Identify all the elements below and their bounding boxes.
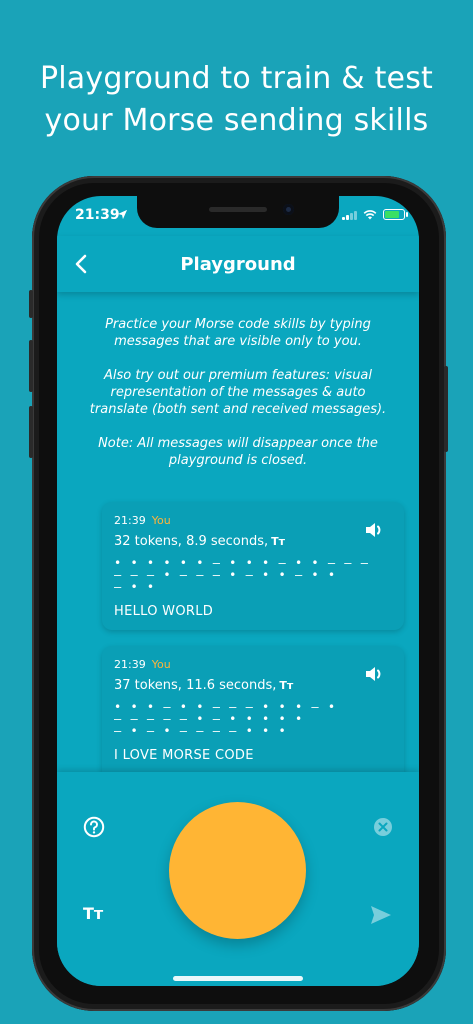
message-sender: You <box>151 514 171 527</box>
font-size-icon[interactable]: Tт <box>279 679 293 692</box>
phone-side-button <box>29 340 33 392</box>
phone-side-button <box>29 290 33 318</box>
morse-visual: • • • • • • — • • • — • • — — — — — — • … <box>114 556 384 594</box>
clear-icon[interactable] <box>373 817 393 837</box>
send-icon[interactable] <box>369 904 393 926</box>
speaker-icon[interactable] <box>364 520 386 540</box>
help-icon[interactable] <box>83 816 105 838</box>
message-text: HELLO WORLD <box>114 604 214 619</box>
speaker-icon[interactable] <box>364 664 386 684</box>
message-list[interactable]: Practice your Morse code skills by typin… <box>57 292 419 772</box>
morse-line: — — — — — • — • • • • • <box>114 712 304 726</box>
intro-text: Practice your Morse code skills by typin… <box>57 292 419 469</box>
message-meta: 21:39 You <box>114 514 171 527</box>
chevron-left-icon[interactable] <box>71 253 93 275</box>
navigation-bar: Playground <box>57 236 419 292</box>
home-indicator[interactable] <box>173 976 303 981</box>
morse-line: — — — • — — — • — • • — • • <box>114 568 337 582</box>
font-size-icon[interactable]: Tт <box>271 535 285 548</box>
message-card[interactable]: 21:39 You 32 tokens, 8.9 seconds, Tт • • •… <box>102 502 404 630</box>
intro-paragraph: Practice your Morse code skills by typin… <box>105 317 371 349</box>
front-camera <box>283 204 294 215</box>
headline-line-1: Playground to train & test <box>39 61 433 96</box>
message-meta: 21:39 You <box>114 658 171 671</box>
page-title: Playground <box>180 253 296 275</box>
message-time: 21:39 <box>114 514 146 527</box>
status-time: 21:39 <box>75 207 120 223</box>
morse-line: — • — • — — — — • • • <box>114 724 287 738</box>
wifi-icon <box>363 209 377 219</box>
location-arrow-icon <box>117 209 128 223</box>
earpiece <box>209 207 267 212</box>
message-text: I LOVE MORSE CODE <box>114 748 254 763</box>
phone-side-button <box>444 366 448 452</box>
keyer-panel: Tт <box>57 772 419 986</box>
battery-icon <box>383 209 408 220</box>
morse-line: — • • <box>114 580 156 594</box>
font-size-icon[interactable]: Tт <box>83 904 103 923</box>
signal-icon <box>342 210 357 220</box>
phone-screen: 21:39 Playground Practice your Morse cod… <box>57 196 419 986</box>
message-card[interactable]: 21:39 You 37 tokens, 11.6 seconds, Tт • • … <box>102 646 404 772</box>
status-icons <box>342 209 408 220</box>
intro-paragraph: Also try out our premium features: visua… <box>89 368 387 417</box>
message-time: 21:39 <box>114 658 146 671</box>
message-stats: 37 tokens, 11.6 seconds, Tт <box>114 678 293 693</box>
phone-notch <box>137 196 339 228</box>
message-stats-text: 37 tokens, 11.6 seconds, <box>114 678 277 693</box>
morse-key-button[interactable] <box>169 802 306 939</box>
intro-paragraph: Note: All messages will disappear once t… <box>98 436 378 468</box>
morse-line: • • • — • • — — — • • • — • <box>114 700 337 714</box>
headline: Playground to train & test your Morse se… <box>0 58 473 142</box>
message-stats: 32 tokens, 8.9 seconds, Tт <box>114 534 285 549</box>
morse-visual: • • • — • • — — — • • • — • — — — — — • … <box>114 700 384 738</box>
message-sender: You <box>151 658 171 671</box>
headline-line-2: your Morse sending skills <box>44 103 429 138</box>
phone-side-button <box>29 406 33 458</box>
message-stats-text: 32 tokens, 8.9 seconds, <box>114 534 269 549</box>
morse-line: • • • • • • — • • • — • • — — — <box>114 556 369 570</box>
